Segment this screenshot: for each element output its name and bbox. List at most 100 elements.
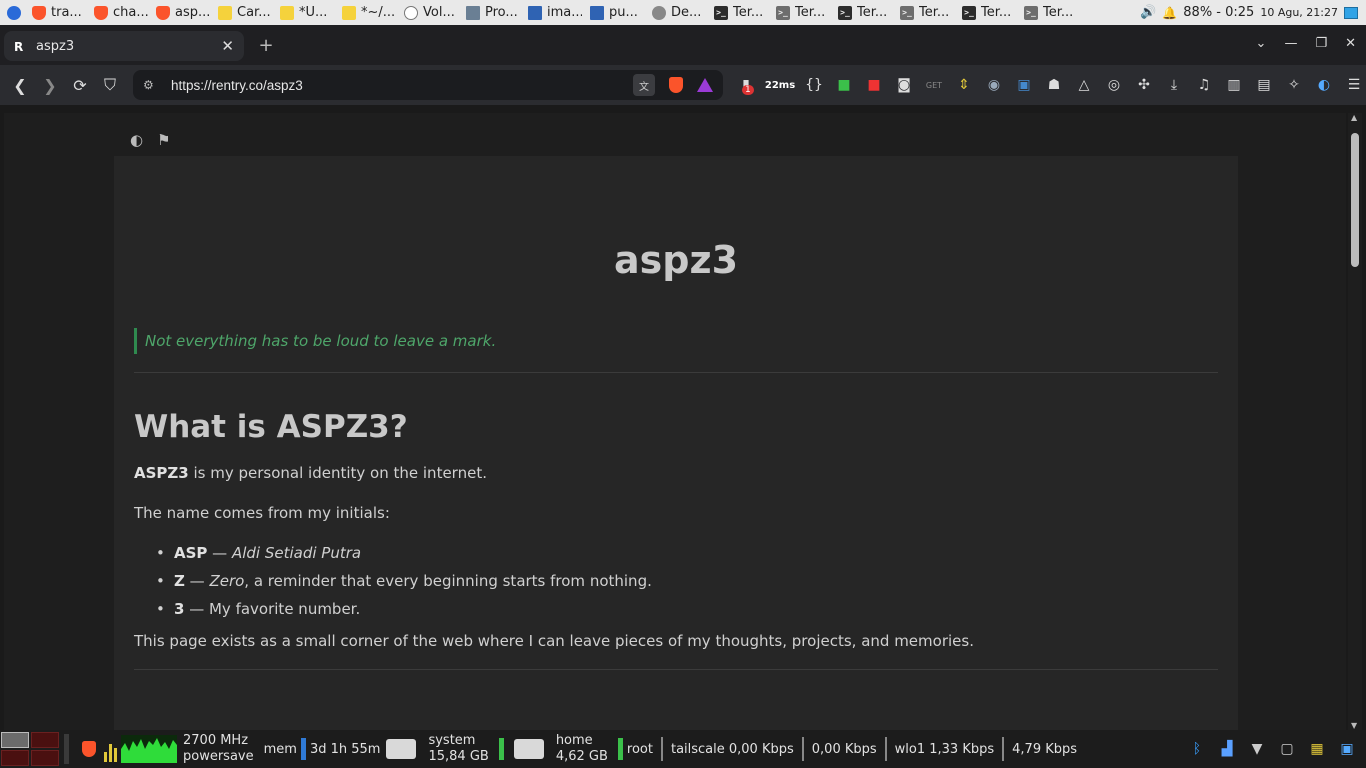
bottom-panel: 2700 MHz powersave mem 3d 1h 55m system … xyxy=(0,730,1366,768)
taskbar-task[interactable]: >_ Ter... xyxy=(834,0,896,25)
workspace-1[interactable] xyxy=(1,732,29,748)
list-item: 3 — My favorite number. xyxy=(154,599,1218,627)
extension-badge-icon[interactable]: ▮1 xyxy=(736,75,756,95)
task-label: Ter... xyxy=(1043,5,1074,20)
list-item: ASP — Aldi Setiadi Putra xyxy=(154,543,1218,571)
green-extension-icon[interactable]: ■ xyxy=(834,75,854,95)
brave-shields-icon[interactable] xyxy=(669,77,683,93)
workspace-4[interactable] xyxy=(31,750,59,766)
camera-icon[interactable]: ◙ xyxy=(894,75,914,95)
cpu-graph xyxy=(121,735,177,763)
tailscale-rate: tailscale 0,00 Kbps xyxy=(670,741,794,757)
clipboard-icon[interactable]: ▢ xyxy=(1278,740,1296,758)
volume-icon[interactable]: 🔊 xyxy=(1140,5,1156,20)
clock[interactable]: 10 Agu, 21:27 xyxy=(1260,6,1338,19)
arrows-extension-icon[interactable]: ⇕ xyxy=(954,75,974,95)
puzzle-icon[interactable]: ✣ xyxy=(1134,75,1154,95)
taskbar-task[interactable]: >_ Ter... xyxy=(896,0,958,25)
taskbar-task[interactable]: Pro... xyxy=(462,0,524,25)
tab-aspz3[interactable]: R aspz3 ✕ xyxy=(4,31,244,61)
section-heading: What is ASPZ3? xyxy=(134,409,408,445)
disk-system-label: system xyxy=(428,733,476,748)
brave-rewards-icon[interactable] xyxy=(697,78,713,92)
list-item-sep: — xyxy=(184,600,209,618)
signal-icon[interactable]: ▟ xyxy=(1218,740,1236,758)
url-text[interactable]: https://rentry.co/aspz3 xyxy=(171,78,303,93)
package-icon[interactable]: ▦ xyxy=(1308,740,1326,758)
scrollbar-thumb[interactable] xyxy=(1351,133,1359,267)
page-scrollbar[interactable]: ▲ ▼ xyxy=(1348,113,1362,730)
note-icon xyxy=(218,5,232,20)
scroll-down-icon[interactable]: ▼ xyxy=(1351,721,1357,730)
new-tab-button[interactable]: + xyxy=(256,35,276,56)
reload-button[interactable]: ⟳ xyxy=(65,70,95,100)
blockquote: Not everything has to be loud to leave a… xyxy=(134,328,1218,354)
back-button[interactable]: ❮ xyxy=(5,70,35,100)
taskbar-task[interactable]: Car... xyxy=(214,0,276,25)
list-item-sep: — xyxy=(207,544,232,562)
disk-home-free: 4,62 GB xyxy=(555,749,608,764)
leo-ai-icon[interactable]: ✧ xyxy=(1284,75,1304,95)
battery-status[interactable]: 88% - 0:25 xyxy=(1183,5,1254,20)
screen-icon[interactable]: ▣ xyxy=(1338,740,1356,758)
excel-extension-icon[interactable]: ▣ xyxy=(1014,75,1034,95)
list-item-italic: Aldi Setiadi Putra xyxy=(231,544,362,562)
taskbar-task[interactable]: >_ Ter... xyxy=(1020,0,1082,25)
task-label: Pro... xyxy=(485,5,518,20)
report-flag-icon[interactable]: ⚑ xyxy=(157,131,170,149)
scroll-up-icon[interactable]: ▲ xyxy=(1351,113,1357,122)
translate-icon[interactable]: 文 xyxy=(633,74,655,96)
close-window-button[interactable]: ✕ xyxy=(1345,36,1356,51)
taskbar-task[interactable]: >_ Ter... xyxy=(710,0,772,25)
cpu-bars-icon xyxy=(104,736,117,762)
task-label: De... xyxy=(671,5,702,20)
taskbar-task[interactable]: De... xyxy=(648,0,710,25)
forward-button[interactable]: ❯ xyxy=(35,70,65,100)
profile-icon[interactable]: ◐ xyxy=(1314,75,1334,95)
json-extension-icon[interactable]: {} xyxy=(804,75,824,95)
cursor-extension-icon[interactable]: ◉ xyxy=(984,75,1004,95)
task-label: *U... xyxy=(299,5,328,20)
taskbar-task[interactable]: pu... xyxy=(586,0,648,25)
list-item-italic: Zero xyxy=(209,572,245,590)
system-tray: 🔊 🔔 88% - 0:25 10 Agu, 21:27 xyxy=(1140,0,1366,25)
taskbar-task[interactable]: tra... xyxy=(28,0,90,25)
workspace-pager[interactable] xyxy=(1,732,59,766)
workspace-2[interactable] xyxy=(31,732,59,748)
theme-toggle-icon[interactable]: ◐ xyxy=(130,131,143,149)
music-icon[interactable]: ♫ xyxy=(1194,75,1214,95)
triangle-extension-icon[interactable]: △ xyxy=(1074,75,1094,95)
maximize-button[interactable]: ❐ xyxy=(1315,36,1327,51)
wallet-icon[interactable]: ▤ xyxy=(1254,75,1274,95)
tab-search-icon[interactable]: ⌄ xyxy=(1256,36,1267,51)
notification-bell-icon[interactable]: 🔔 xyxy=(1162,6,1177,20)
close-tab-icon[interactable]: ✕ xyxy=(221,37,234,55)
invader-extension-icon[interactable]: ☗ xyxy=(1044,75,1064,95)
red-extension-icon[interactable]: ■ xyxy=(864,75,884,95)
minimize-button[interactable]: — xyxy=(1284,36,1297,51)
taskbar-task[interactable]: asp... xyxy=(152,0,214,25)
bookmark-icon[interactable]: ⛉ xyxy=(95,70,125,100)
get-crx-icon[interactable]: GET xyxy=(924,75,944,95)
site-settings-icon[interactable]: ⚙ xyxy=(143,78,171,92)
app-launcher-icon[interactable] xyxy=(0,0,28,25)
show-desktop-icon[interactable] xyxy=(1344,6,1358,19)
taskbar-task[interactable]: *U... xyxy=(276,0,338,25)
bluetooth-icon[interactable]: ᛒ xyxy=(1188,740,1206,758)
ping-extension-icon[interactable]: 22ms xyxy=(765,75,795,95)
taskbar-task[interactable]: *~/... xyxy=(338,0,400,25)
network-icon[interactable]: ▼ xyxy=(1248,740,1266,758)
address-bar[interactable]: ⚙ https://rentry.co/aspz3 文 xyxy=(133,70,723,100)
taskbar-task[interactable]: ima... xyxy=(524,0,586,25)
taskbar-task[interactable]: cha... xyxy=(90,0,152,25)
menu-icon[interactable]: ☰ xyxy=(1344,75,1364,95)
separator xyxy=(1002,737,1005,761)
taskbar-task[interactable]: >_ Ter... xyxy=(958,0,1020,25)
taskbar-task[interactable]: Vol... xyxy=(400,0,462,25)
circle-extension-icon[interactable]: ◎ xyxy=(1104,75,1124,95)
brave-launcher-icon[interactable] xyxy=(82,741,96,757)
download-icon[interactable]: ⤓ xyxy=(1164,75,1184,95)
sidebar-icon[interactable]: ▥ xyxy=(1224,75,1244,95)
workspace-3[interactable] xyxy=(1,750,29,766)
taskbar-task[interactable]: >_ Ter... xyxy=(772,0,834,25)
